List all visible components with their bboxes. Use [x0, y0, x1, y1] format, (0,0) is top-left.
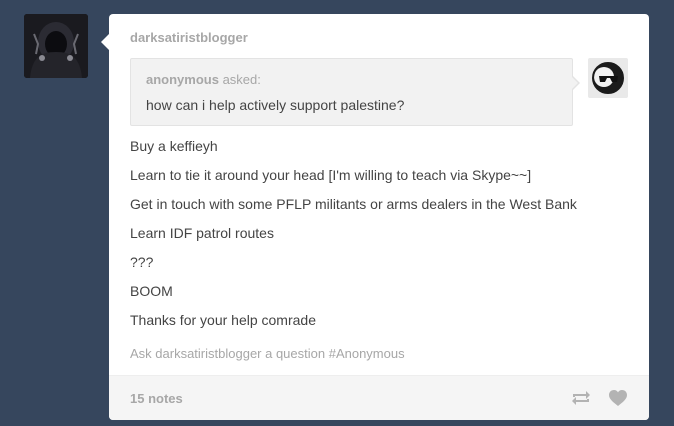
heart-icon[interactable] — [607, 388, 629, 408]
asker-name: anonymous — [146, 72, 219, 87]
ask-box-pointer — [571, 76, 578, 90]
answer-line: Learn IDF patrol routes — [130, 225, 274, 241]
answer-line: Learn to tie it around your head [I'm wi… — [130, 167, 532, 183]
answer-line: Thanks for your help comrade — [130, 312, 316, 328]
anonymous-sunglasses-icon — [592, 62, 624, 94]
post-pointer — [101, 34, 109, 50]
answer-line: ??? — [130, 254, 154, 270]
ask-question-box: anonymous asked: how can i help actively… — [130, 58, 573, 126]
answer-line: BOOM — [130, 283, 173, 299]
post-footer: 15 notes — [109, 375, 649, 420]
post-card: darksatiristblogger anonymous asked: how… — [109, 14, 649, 420]
notes-count[interactable]: 15 notes — [130, 391, 183, 406]
asked-label: asked: — [218, 72, 261, 87]
asker-avatar — [588, 58, 628, 98]
answer-line: Get in touch with some PFLP militants or… — [130, 196, 577, 212]
blog-avatar[interactable] — [24, 14, 88, 78]
answer-line: Buy a keffieyh — [130, 138, 218, 154]
hooded-figure-icon — [24, 14, 88, 78]
asker-line: anonymous asked: — [146, 72, 261, 87]
reblog-icon[interactable] — [570, 388, 592, 408]
ask-question-link[interactable]: Ask darksatiristblogger a question #Anon… — [130, 346, 405, 361]
question-text: how can i help actively support palestin… — [146, 97, 405, 113]
blog-name-link[interactable]: darksatiristblogger — [130, 30, 248, 45]
answer-list: Buy a keffieyh Learn to tie it around yo… — [130, 138, 577, 341]
